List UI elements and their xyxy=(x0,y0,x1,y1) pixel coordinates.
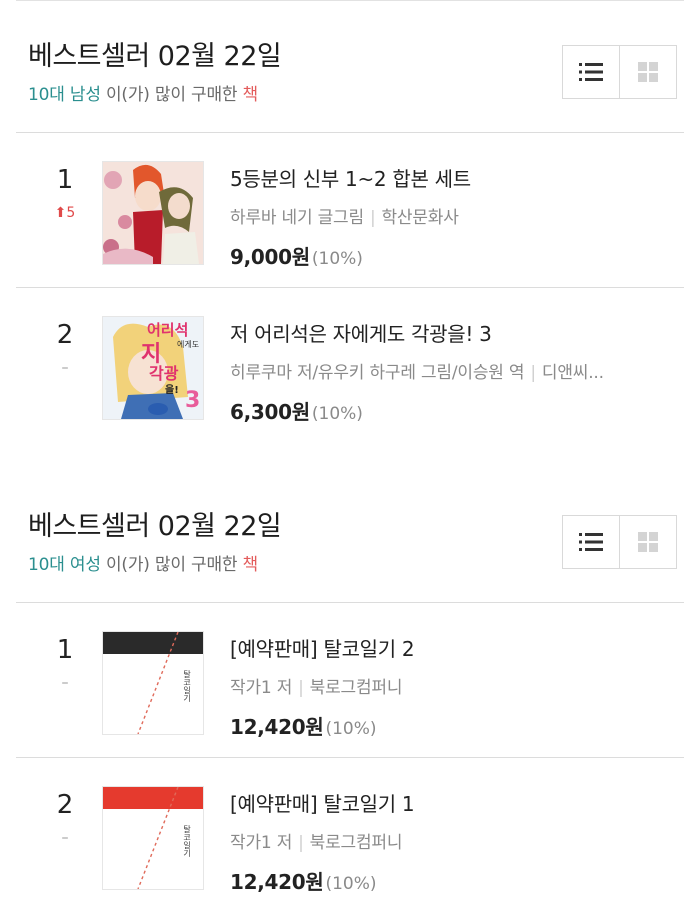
view-toggle xyxy=(562,515,677,569)
rank-number: 2 xyxy=(56,320,74,350)
book-cover[interactable]: 탈코일기 xyxy=(102,786,204,890)
book-cover[interactable]: 어리석 에게도 지 각광 을! 3 xyxy=(102,316,204,420)
grid-view-button[interactable] xyxy=(619,46,676,98)
meta-separator: | xyxy=(530,363,536,383)
list-item[interactable]: 2 – 어리석 에게도 지 각광 을! 3 저 어리석은 자에게도 각광을! 3… xyxy=(0,288,700,443)
section-subtitle: 10대 여성 이(가) 많이 구매한 책 xyxy=(28,550,258,575)
subtitle-demographic: 10대 남성 xyxy=(28,85,101,105)
book-meta: 하루바 네기 글그림 | 학산문화사 xyxy=(230,203,459,228)
section-title: 베스트셀러 02월 22일 xyxy=(28,511,282,542)
cover-vertical-title: 탈코일기 xyxy=(182,669,191,703)
price-discount: (10%) xyxy=(325,719,377,739)
price-value: 12,420원 xyxy=(230,870,324,894)
book-meta: 히루쿠마 저/유우키 하구레 그림/이승원 역 | 디앤씨... xyxy=(230,358,604,383)
book-cover[interactable]: 탈코일기 xyxy=(102,631,204,735)
meta-separator: | xyxy=(298,678,304,698)
book-publisher[interactable]: 북로그컴퍼니 xyxy=(310,833,403,853)
book-meta: 작가1 저 | 북로그컴퍼니 xyxy=(230,828,402,853)
book-price: 6,300원 (10%) xyxy=(230,396,363,425)
rank-number: 1 xyxy=(56,165,74,195)
grid-view-button[interactable] xyxy=(619,516,676,568)
rank-change-none: – xyxy=(61,675,69,691)
book-price: 12,420원 (10%) xyxy=(230,711,377,740)
price-discount: (10%) xyxy=(311,249,363,269)
cover-title-line5: 을! xyxy=(165,384,179,396)
price-discount: (10%) xyxy=(311,404,363,424)
book-price: 9,000원 (10%) xyxy=(230,241,363,270)
price-value: 12,420원 xyxy=(230,715,324,739)
rank-number: 2 xyxy=(56,790,74,820)
book-publisher[interactable]: 디앤씨... xyxy=(542,363,604,383)
book-title[interactable]: 저 어리석은 자에게도 각광을! 3 xyxy=(230,318,492,347)
list-view-button[interactable] xyxy=(563,46,619,98)
grid-icon xyxy=(638,62,658,82)
list-item[interactable]: 1 ⬆5 5등분의 신부 1~2 합본 세트 하루바 네기 글그림 | 학산문화사 … xyxy=(0,133,700,288)
list-icon xyxy=(579,63,603,81)
subtitle-accent: 책 xyxy=(242,555,259,575)
book-meta: 작가1 저 | 북로그컴퍼니 xyxy=(230,673,402,698)
rank-change-none: – xyxy=(61,830,69,846)
rank-change-up: ⬆5 xyxy=(54,205,76,221)
meta-separator: | xyxy=(298,833,304,853)
cover-title-line2: 에게도 xyxy=(177,339,199,349)
meta-separator: | xyxy=(369,208,376,228)
rank-number: 1 xyxy=(56,635,74,665)
section-subtitle: 10대 남성 이(가) 많이 구매한 책 xyxy=(28,80,258,105)
cover-title-line4: 각광 xyxy=(149,364,179,383)
list-icon xyxy=(579,533,603,551)
subtitle-demographic: 10대 여성 xyxy=(28,555,101,575)
book-author[interactable]: 작가1 저 xyxy=(230,833,292,853)
price-value: 6,300원 xyxy=(230,400,310,424)
list-item[interactable]: 1 – 탈코일기 [예약판매] 탈코일기 2 작가1 저 | 북로그컴퍼니 12,4… xyxy=(0,603,700,758)
cover-volume: 3 xyxy=(185,388,200,413)
book-price: 12,420원 (10%) xyxy=(230,866,377,895)
subtitle-accent: 책 xyxy=(242,85,259,105)
subtitle-text: 이(가) 많이 구매한 xyxy=(100,85,243,105)
book-publisher[interactable]: 북로그컴퍼니 xyxy=(310,678,403,698)
view-toggle xyxy=(562,45,677,99)
section-title: 베스트셀러 02월 22일 xyxy=(28,41,282,72)
subtitle-text: 이(가) 많이 구매한 xyxy=(100,555,243,575)
book-title[interactable]: [예약판매] 탈코일기 2 xyxy=(230,633,415,662)
book-publisher[interactable]: 학산문화사 xyxy=(381,208,458,228)
book-title[interactable]: [예약판매] 탈코일기 1 xyxy=(230,788,415,817)
rank-change-none: – xyxy=(61,360,69,376)
top-divider xyxy=(16,0,684,1)
book-author[interactable]: 작가1 저 xyxy=(230,678,292,698)
list-view-button[interactable] xyxy=(563,516,619,568)
book-author[interactable]: 하루바 네기 글그림 xyxy=(230,208,364,228)
cover-vertical-title: 탈코일기 xyxy=(182,824,191,858)
book-author[interactable]: 히루쿠마 저/유우키 하구레 그림/이승원 역 xyxy=(230,363,525,383)
grid-icon xyxy=(638,532,658,552)
price-discount: (10%) xyxy=(325,874,377,894)
book-title[interactable]: 5등분의 신부 1~2 합본 세트 xyxy=(230,163,471,192)
price-value: 9,000원 xyxy=(230,245,310,269)
cover-title-line1: 어리석 xyxy=(147,321,188,339)
book-cover[interactable] xyxy=(102,161,204,265)
list-item[interactable]: 2 – 탈코일기 [예약판매] 탈코일기 1 작가1 저 | 북로그컴퍼니 12,4… xyxy=(0,758,700,913)
